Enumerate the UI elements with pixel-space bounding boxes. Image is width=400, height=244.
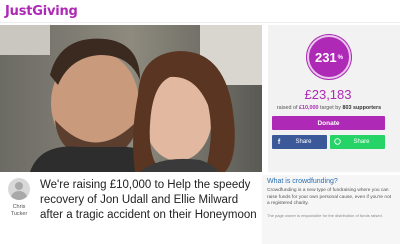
percent-sign: % xyxy=(337,55,344,61)
target-amount: £10,000 xyxy=(299,105,319,111)
whatsapp-share-label: Share xyxy=(353,139,370,145)
page-title: We're raising £10,000 to Help the speedy… xyxy=(40,179,257,221)
facebook-share-button[interactable]: f Share xyxy=(272,135,327,149)
owner-responsibility-note: The page owner is responsible for the di… xyxy=(267,212,383,218)
raised-summary: raised of £10,000 target by 803 supporte… xyxy=(268,105,390,111)
target-suffix: target by xyxy=(320,105,341,111)
owner-name: Chris Tucker xyxy=(4,204,34,218)
crowdfunding-info: What is crowdfunding? Crowdfunding is a … xyxy=(262,175,400,244)
top-bar: JustGiving xyxy=(0,0,400,23)
whatsapp-share-button[interactable]: Share xyxy=(330,135,385,149)
avatar xyxy=(8,178,30,200)
facebook-share-label: Share xyxy=(295,139,312,145)
owner-last-name: Tucker xyxy=(10,211,28,217)
facebook-icon: f xyxy=(277,138,281,146)
page-owner[interactable]: Chris Tucker xyxy=(4,178,34,218)
raised-prefix: raised of xyxy=(276,105,298,111)
donate-button[interactable]: Donate xyxy=(272,116,385,130)
donation-panel: 231% £23,183 raised of £10,000 target by… xyxy=(268,25,400,172)
whatsapp-icon xyxy=(330,137,344,147)
crowdfunding-heading[interactable]: What is crowdfunding? xyxy=(267,178,395,185)
progress-ring: 231% xyxy=(307,35,351,79)
crowdfunding-description: Crowdfunding is a new type of fundraisin… xyxy=(267,188,392,207)
supporters-count: 803 supporters xyxy=(342,105,382,111)
raised-amount: £23,183 xyxy=(304,87,352,102)
progress-percent: 231 xyxy=(314,49,337,65)
owner-first-name: Chris xyxy=(12,204,26,210)
justgiving-logo[interactable]: JustGiving xyxy=(5,4,78,19)
campaign-photo xyxy=(0,25,262,172)
